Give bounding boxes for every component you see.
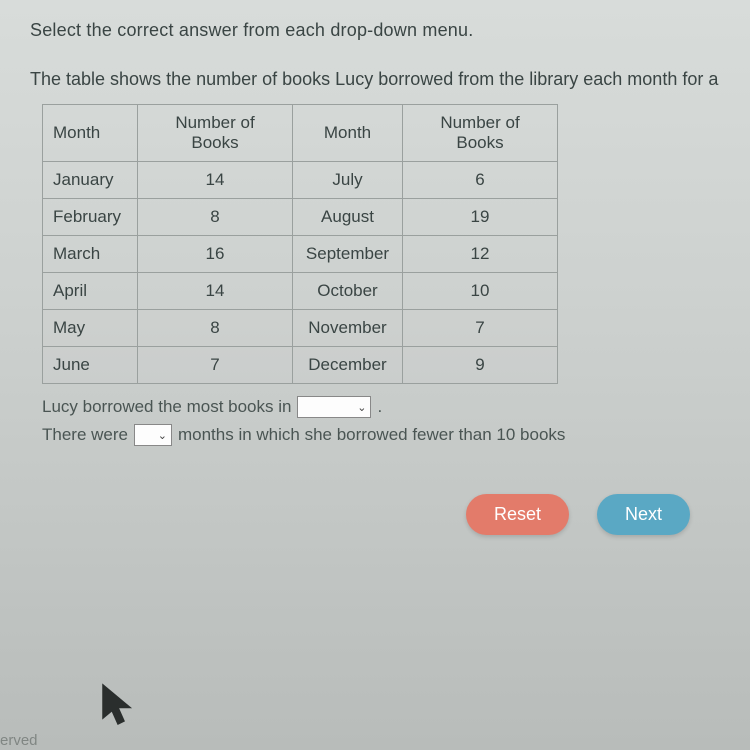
books-table: Month Number of Books Month Number of Bo… bbox=[42, 104, 558, 384]
cell-month: February bbox=[43, 199, 138, 236]
chevron-down-icon: ⌄ bbox=[158, 429, 167, 442]
header-month-2: Month bbox=[293, 105, 403, 162]
cell-books: 14 bbox=[138, 273, 293, 310]
cell-month: December bbox=[293, 347, 403, 384]
cell-month: April bbox=[43, 273, 138, 310]
q1-text-b: . bbox=[377, 397, 382, 417]
dropdown-most-books-month[interactable]: ⌄ bbox=[297, 396, 371, 418]
cell-books: 10 bbox=[403, 273, 558, 310]
cell-books: 12 bbox=[403, 236, 558, 273]
question-1: Lucy borrowed the most books in ⌄ . bbox=[42, 396, 720, 418]
question-2: There were ⌄ months in which she borrowe… bbox=[42, 424, 720, 446]
button-row: Reset Next bbox=[30, 494, 720, 535]
header-books-1: Number of Books bbox=[138, 105, 293, 162]
cell-books: 19 bbox=[403, 199, 558, 236]
header-month-1: Month bbox=[43, 105, 138, 162]
cell-month: March bbox=[43, 236, 138, 273]
cell-month: November bbox=[293, 310, 403, 347]
cell-books: 9 bbox=[403, 347, 558, 384]
table-row: February 8 August 19 bbox=[43, 199, 558, 236]
q1-text-a: Lucy borrowed the most books in bbox=[42, 397, 291, 417]
q2-text-a: There were bbox=[42, 425, 128, 445]
cell-month: October bbox=[293, 273, 403, 310]
table-row: March 16 September 12 bbox=[43, 236, 558, 273]
dropdown-months-count[interactable]: ⌄ bbox=[134, 424, 172, 446]
chevron-down-icon: ⌄ bbox=[357, 401, 366, 414]
table-row: January 14 July 6 bbox=[43, 162, 558, 199]
cell-books: 7 bbox=[403, 310, 558, 347]
reset-button[interactable]: Reset bbox=[466, 494, 569, 535]
cell-month: September bbox=[293, 236, 403, 273]
table-row: April 14 October 10 bbox=[43, 273, 558, 310]
cell-month: June bbox=[43, 347, 138, 384]
cell-month: January bbox=[43, 162, 138, 199]
cursor-icon bbox=[100, 682, 136, 735]
table-header-row: Month Number of Books Month Number of Bo… bbox=[43, 105, 558, 162]
cell-month: May bbox=[43, 310, 138, 347]
instruction-text: Select the correct answer from each drop… bbox=[30, 20, 720, 41]
header-books-2: Number of Books bbox=[403, 105, 558, 162]
cell-books: 14 bbox=[138, 162, 293, 199]
cell-month: August bbox=[293, 199, 403, 236]
cell-books: 8 bbox=[138, 199, 293, 236]
table-row: June 7 December 9 bbox=[43, 347, 558, 384]
cell-books: 8 bbox=[138, 310, 293, 347]
q2-text-b: months in which she borrowed fewer than … bbox=[178, 425, 565, 445]
cell-month: July bbox=[293, 162, 403, 199]
cell-books: 7 bbox=[138, 347, 293, 384]
cell-books: 6 bbox=[403, 162, 558, 199]
table-row: May 8 November 7 bbox=[43, 310, 558, 347]
cell-books: 16 bbox=[138, 236, 293, 273]
next-button[interactable]: Next bbox=[597, 494, 690, 535]
footer-fragment: erved bbox=[0, 732, 38, 749]
context-text: The table shows the number of books Lucy… bbox=[30, 69, 720, 90]
